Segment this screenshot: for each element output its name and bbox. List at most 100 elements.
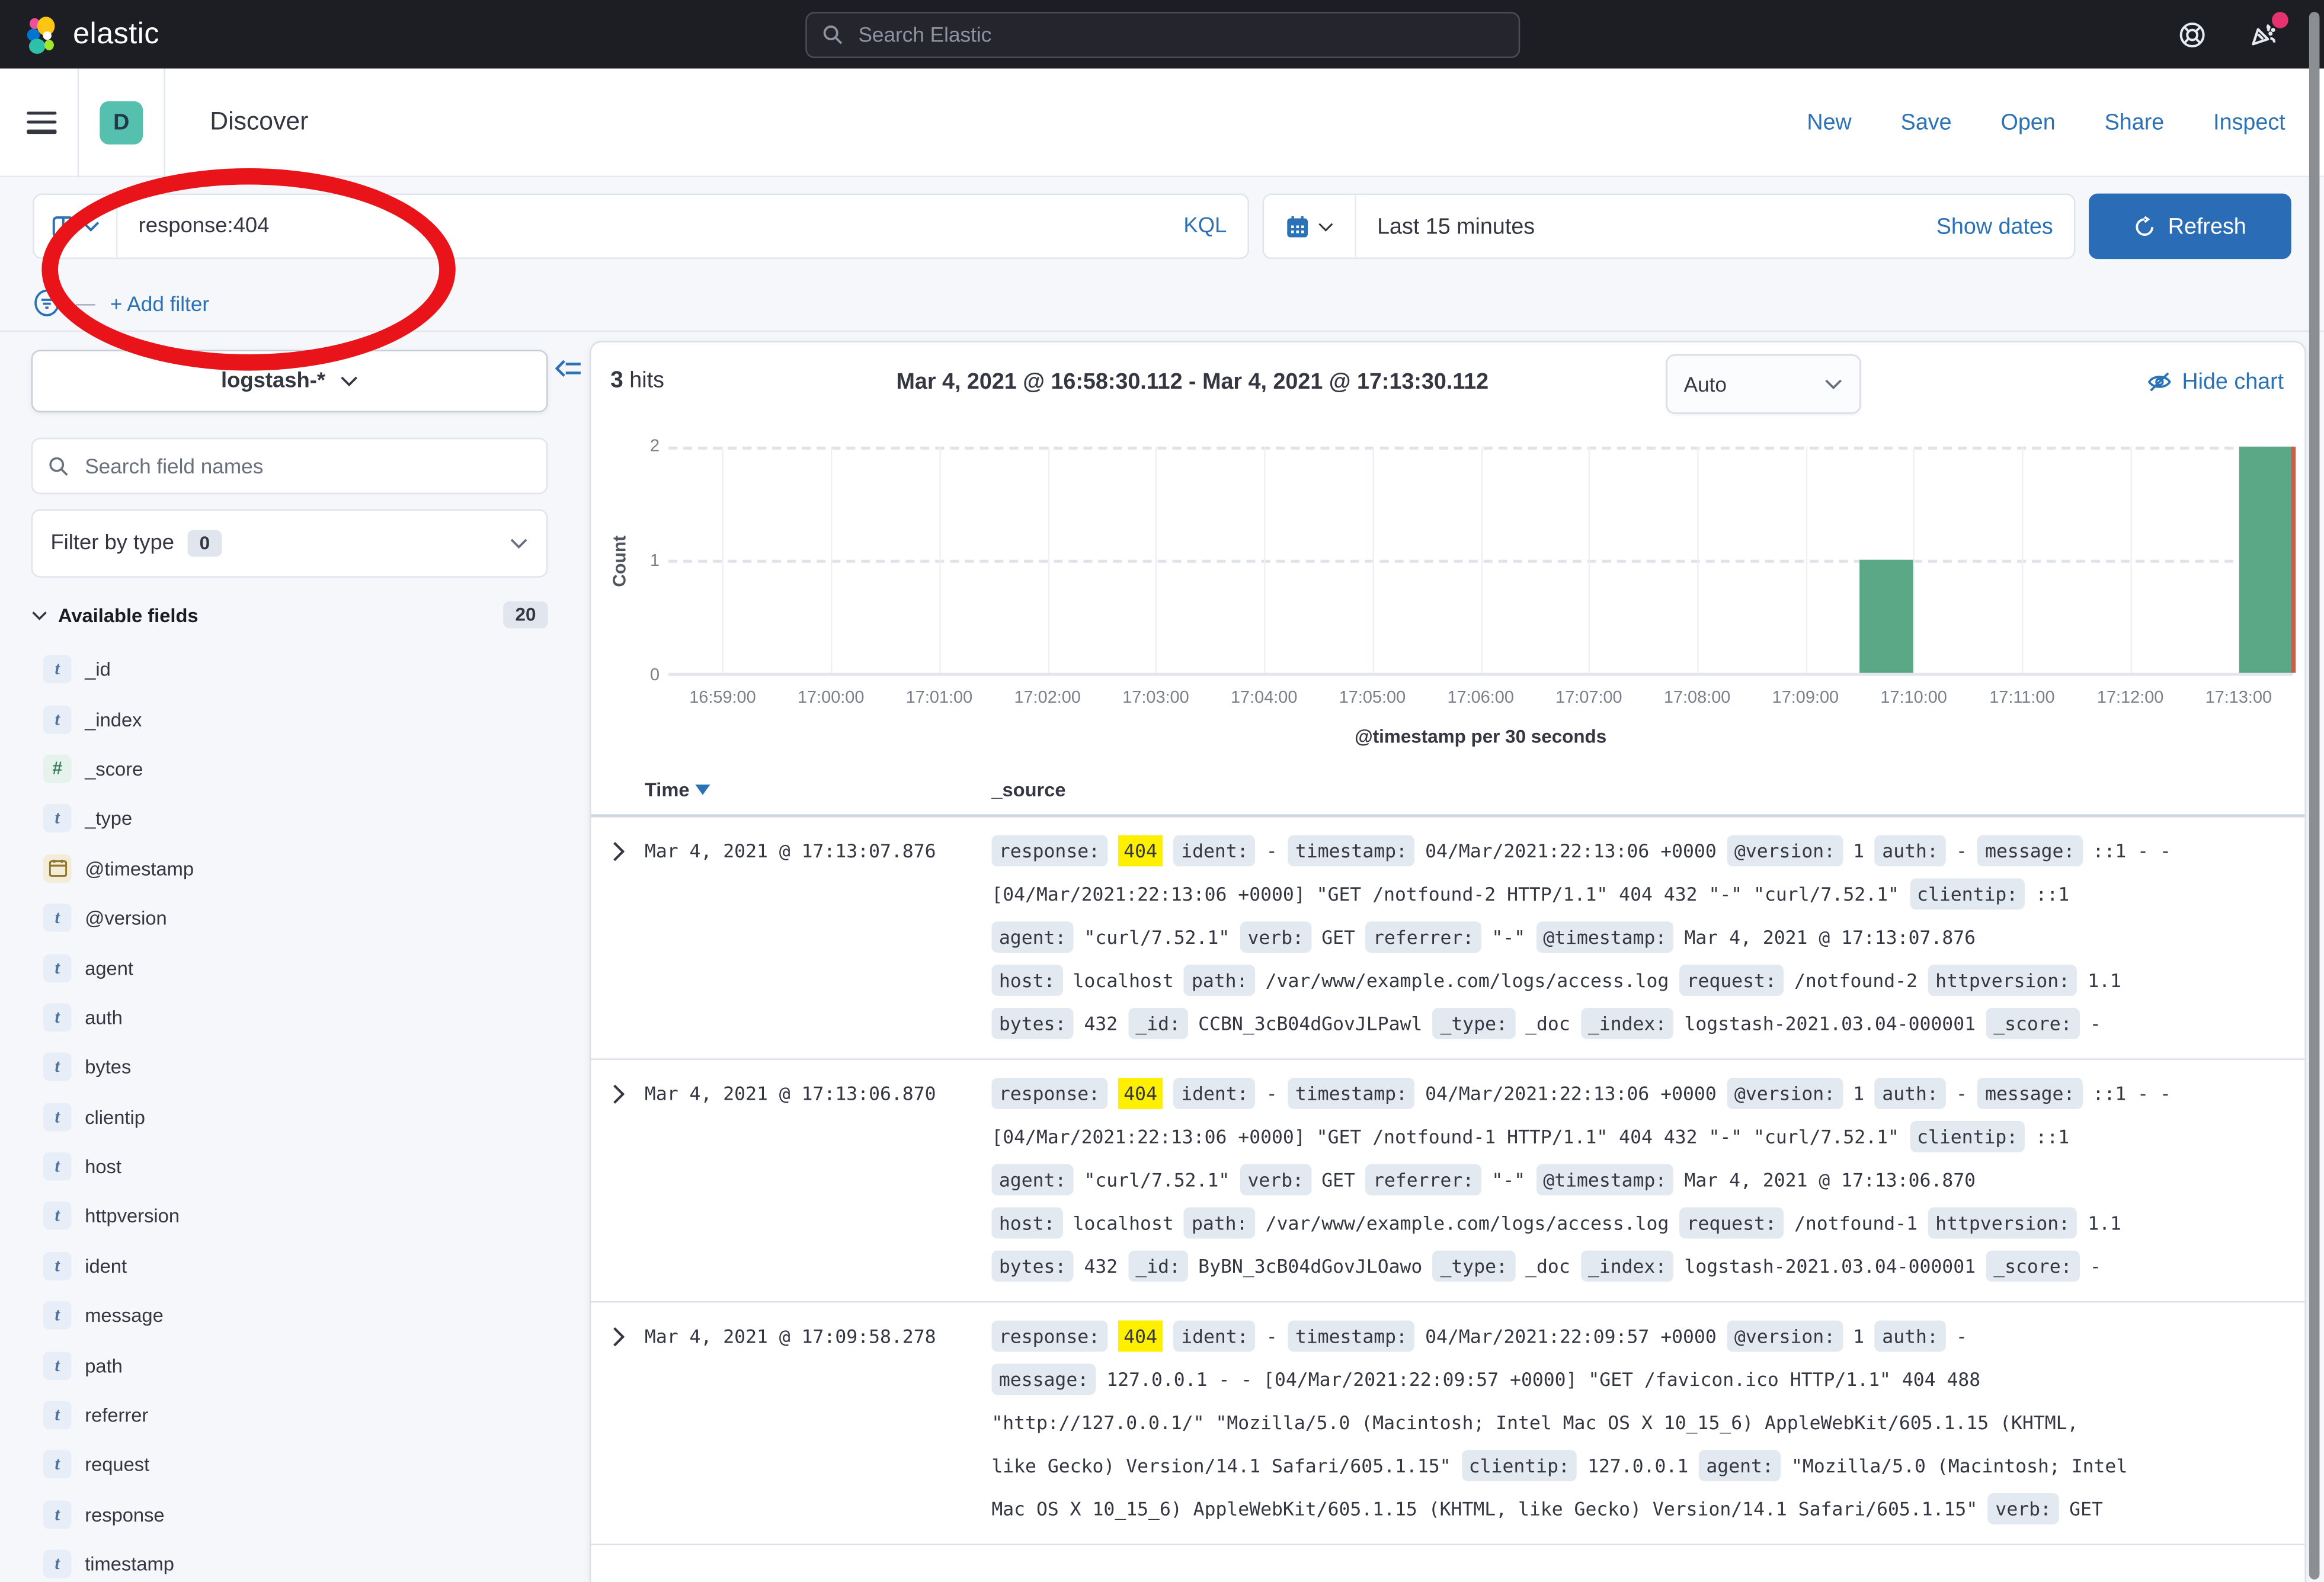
field-pill: response: <box>991 835 1107 867</box>
row-source: response:404ident:-timestamp:04/Mar/2021… <box>991 1072 2304 1288</box>
field-item-request[interactable]: trequest <box>31 1440 566 1490</box>
field-value: 04/Mar/2021:22:13:06 +0000 <box>1425 840 1717 862</box>
filter-by-type-select[interactable]: Filter by type 0 <box>31 509 548 578</box>
notification-dot <box>2272 12 2288 28</box>
nav-action-inspect[interactable]: Inspect <box>2213 110 2285 135</box>
gridline-x <box>2022 447 2024 673</box>
field-item-clientip[interactable]: tclientip <box>31 1092 566 1142</box>
elastic-brand[interactable]: elastic <box>21 14 159 55</box>
filter-by-type-label: Filter by type <box>50 531 174 555</box>
nav-action-open[interactable]: Open <box>2001 110 2056 135</box>
field-item-bytes[interactable]: tbytes <box>31 1042 566 1092</box>
saved-query-menu-button[interactable] <box>34 195 118 258</box>
table-row: Mar 4, 2021 @ 17:13:07.876response:404id… <box>591 817 2304 1060</box>
refresh-button[interactable]: Refresh <box>2089 194 2291 260</box>
scrollbar-thumb[interactable] <box>2309 12 2320 1580</box>
field-name: clientip <box>85 1106 145 1128</box>
field-pill: _type: <box>1433 1251 1515 1282</box>
index-pattern-select[interactable]: logstash-* <box>31 350 548 412</box>
field-item-response[interactable]: tresponse <box>31 1490 566 1539</box>
expand-row-button[interactable] <box>591 829 644 1045</box>
interval-select[interactable]: Auto <box>1666 354 1861 414</box>
field-value: /var/www/example.com/logs/access.log <box>1266 969 1669 992</box>
hide-chart-button[interactable]: Hide chart <box>2146 369 2284 395</box>
global-header: elastic <box>0 0 2324 69</box>
expand-row-button[interactable] <box>591 1315 644 1530</box>
filter-menu-icon[interactable] <box>33 289 61 317</box>
field-value: 1 <box>1853 1083 1864 1105</box>
time-range-value[interactable]: Last 15 minutes <box>1356 214 1535 239</box>
show-dates-button[interactable]: Show dates <box>1936 214 2074 239</box>
field-item-referrer[interactable]: treferrer <box>31 1390 566 1440</box>
field-item-ident[interactable]: tident <box>31 1241 566 1291</box>
field-value: logstash-2021.03.04-000001 <box>1684 1255 1976 1277</box>
chart-time-range-title: Mar 4, 2021 @ 16:58:30.112 - Mar 4, 2021… <box>897 369 1489 395</box>
field-value: ::1 <box>2035 1125 2069 1148</box>
source-line: host:localhostpath:/var/www/example.com/… <box>991 959 2304 1002</box>
field-item-agent[interactable]: tagent <box>31 943 566 992</box>
discover-app-badge[interactable]: D <box>100 101 143 144</box>
query-input[interactable] <box>117 214 1163 238</box>
available-fields-header[interactable]: Available fields 20 <box>31 601 548 628</box>
field-item-message[interactable]: tmessage <box>31 1291 566 1341</box>
field-value: 1.1 <box>2088 1212 2121 1234</box>
menu-icon[interactable] <box>27 111 56 133</box>
field-pill: _type: <box>1433 1008 1515 1039</box>
global-search-box[interactable] <box>805 11 1519 57</box>
help-icon[interactable] <box>2175 18 2208 50</box>
field-item-id[interactable]: t_id <box>31 645 566 694</box>
source-line: "http://127.0.0.1/" "Mozilla/5.0 (Macint… <box>991 1401 2304 1444</box>
date-quick-menu-button[interactable] <box>1264 195 1356 258</box>
field-pill: @timestamp: <box>1536 921 1674 953</box>
nav-action-new[interactable]: New <box>1807 110 1851 135</box>
field-name: agent <box>85 956 133 979</box>
newsfeed-icon[interactable] <box>2246 18 2279 50</box>
hits-label: hits <box>629 368 664 393</box>
nav-action-share[interactable]: Share <box>2105 110 2165 135</box>
add-filter-button[interactable]: + Add filter <box>110 291 209 315</box>
divider <box>78 68 79 176</box>
fields-sidebar: logstash-* Filter by type 0 <box>0 332 587 1582</box>
field-item-timestamp[interactable]: @timestamp <box>31 843 566 893</box>
field-item-httpversion[interactable]: thttpversion <box>31 1192 566 1241</box>
field-value: /notfound-1 <box>1794 1212 1918 1234</box>
field-item-index[interactable]: t_index <box>31 694 566 744</box>
field-item-type[interactable]: t_type <box>31 794 566 844</box>
field-pill: auth: <box>1875 835 1946 867</box>
query-language-button[interactable]: KQL <box>1163 214 1247 238</box>
string-field-icon: t <box>43 1152 72 1181</box>
gridline-x <box>1806 447 1807 673</box>
collapse-sidebar-icon[interactable] <box>555 357 582 381</box>
x-tick-label: 17:06:00 <box>1447 689 1513 707</box>
hits-count: 3 hits <box>610 368 664 395</box>
field-item-score[interactable]: #_score <box>31 744 566 794</box>
nav-action-save[interactable]: Save <box>1901 110 1952 135</box>
field-search-input[interactable] <box>82 453 532 479</box>
field-item-timestamp[interactable]: ttimestamp <box>31 1539 566 1582</box>
field-search-box[interactable] <box>31 438 548 494</box>
field-item-path[interactable]: tpath <box>31 1340 566 1390</box>
global-search-input[interactable] <box>855 21 1503 47</box>
field-pill: path: <box>1184 1208 1255 1239</box>
scrollbar[interactable] <box>2306 0 2324 1582</box>
plot-area[interactable] <box>668 447 2293 676</box>
field-item-auth[interactable]: tauth <box>31 992 566 1042</box>
calendar-icon <box>1285 214 1310 239</box>
column-header-time[interactable]: Time <box>645 779 991 801</box>
query-input-box[interactable]: KQL <box>33 194 1249 260</box>
field-value: 432 <box>1084 1013 1118 1035</box>
column-header-source[interactable]: _source <box>991 779 2304 801</box>
field-value: /notfound-2 <box>1794 969 1918 992</box>
field-value: - <box>1266 1083 1278 1105</box>
histogram-bar-17:09:30[interactable] <box>1859 560 1913 673</box>
date-picker[interactable]: Last 15 minutes Show dates <box>1263 194 2076 260</box>
gridline-x <box>1372 447 1374 673</box>
hide-chart-label: Hide chart <box>2182 369 2284 395</box>
histogram-bar-17:13:00[interactable] <box>2239 447 2293 673</box>
field-item-version[interactable]: t@version <box>31 893 566 943</box>
field-item-host[interactable]: thost <box>31 1142 566 1192</box>
field-value: 127.0.0.1 - - [04/Mar/2021:22:09:57 +000… <box>1106 1368 1980 1391</box>
source-line: bytes:432_id:CCBN_3cB04dGovJLPawl_type:_… <box>991 1002 2304 1045</box>
expand-row-button[interactable] <box>591 1072 644 1288</box>
refresh-label: Refresh <box>2168 214 2246 239</box>
